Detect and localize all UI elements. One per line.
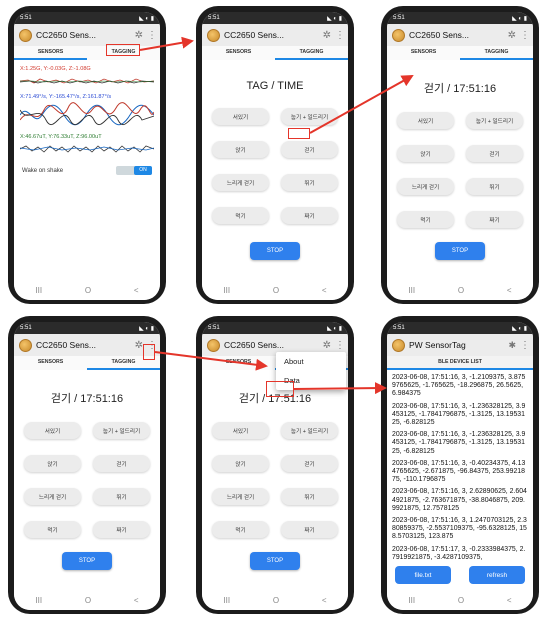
arrow-walk-to-active (309, 75, 414, 134)
arrow-data-to-list (293, 382, 387, 395)
figure: 5:51 ◣ ◐ ▮ CC2650 Sens... ✲ ⋮ SENSORS TAG… (0, 0, 539, 620)
arrow-tagging-to-tag-screen (139, 36, 194, 51)
flow-arrows (139, 36, 414, 395)
arrow-menu-to-open (154, 351, 268, 371)
